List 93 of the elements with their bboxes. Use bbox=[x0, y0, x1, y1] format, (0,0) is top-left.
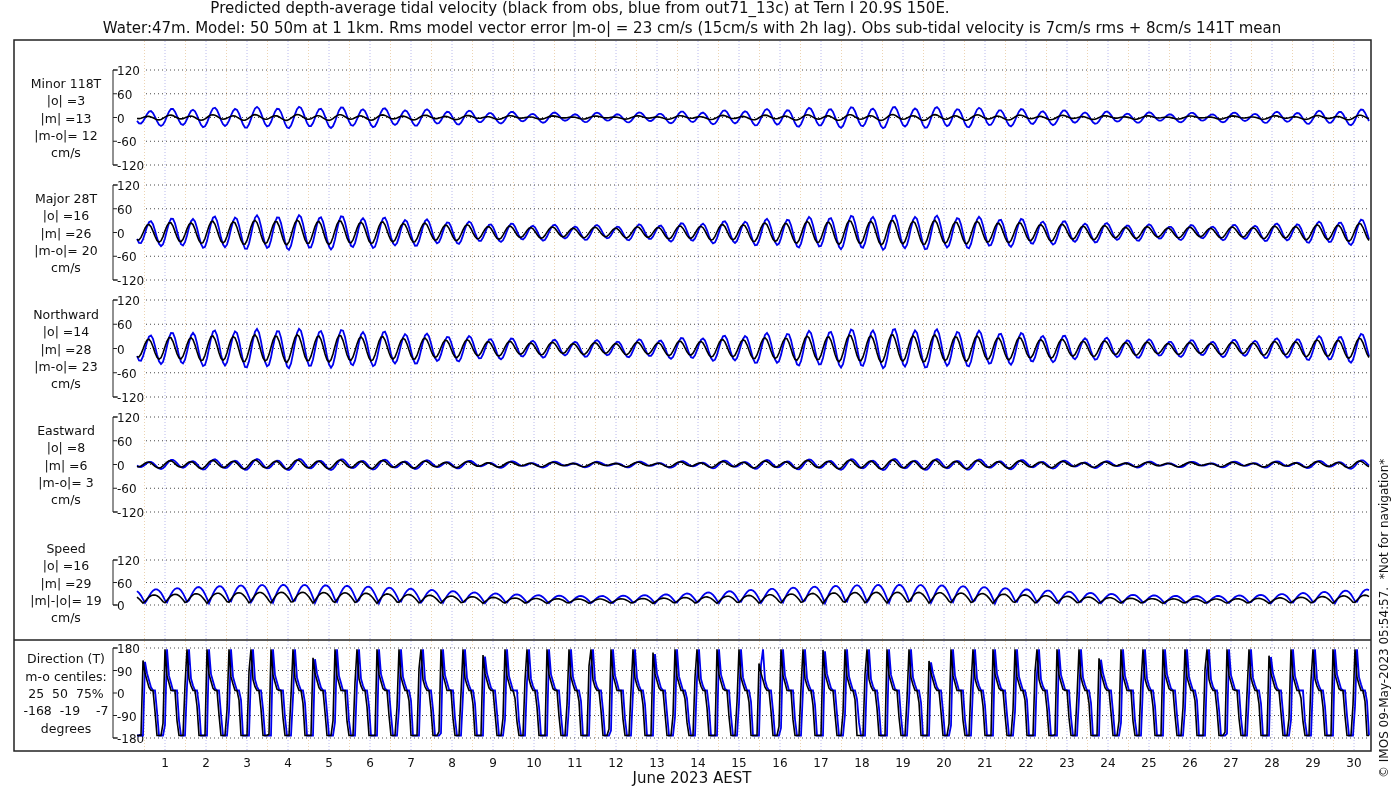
axis-tick-label: 60 bbox=[117, 434, 133, 449]
panel-label: Major 28T bbox=[34, 190, 98, 206]
day-label: 30 bbox=[1346, 756, 1362, 770]
day-label: 28 bbox=[1264, 756, 1280, 770]
axis-tick-label: 60 bbox=[117, 87, 133, 102]
day-label: 18 bbox=[854, 756, 870, 770]
axis-tick-label: 120 bbox=[117, 554, 140, 568]
day-label: 4 bbox=[284, 756, 292, 770]
plot-title: Predicted depth-average tidal velocity (black from obs, blue from out71_13c) at Tern I 20.9S 150E. bbox=[210, 0, 950, 17]
axis-tick-label: 60 bbox=[117, 576, 133, 591]
axis-tick-label: 120 bbox=[117, 179, 140, 193]
axis-tick-label: 0 bbox=[117, 226, 125, 241]
axis-tick-label: 60 bbox=[117, 202, 133, 217]
panel-label: |m|-|o|= 19 bbox=[30, 592, 102, 608]
panel-label: degrees bbox=[40, 720, 92, 736]
axis-tick-label: 0 bbox=[117, 342, 125, 357]
panel-label: |o| =16 bbox=[42, 208, 90, 224]
day-label: 11 bbox=[567, 756, 583, 770]
panel-label: |m| =28 bbox=[40, 341, 92, 357]
day-label: 2 bbox=[202, 756, 210, 770]
axis-tick-label: -120 bbox=[117, 391, 145, 405]
panel-label: |m-o|= 23 bbox=[34, 358, 98, 374]
panel-label: |m| =26 bbox=[40, 225, 92, 241]
axis-tick-label: 180 bbox=[117, 642, 140, 656]
day-label: 16 bbox=[772, 756, 788, 770]
panel-label: cm/s bbox=[51, 492, 81, 508]
axis-tick-label: -60 bbox=[117, 135, 137, 150]
axis-tick-label: 0 bbox=[117, 111, 125, 126]
day-label: 14 bbox=[690, 756, 706, 770]
axis-tick-label: 0 bbox=[117, 687, 125, 701]
axis-tick-label: 120 bbox=[117, 411, 140, 425]
day-label: 10 bbox=[526, 756, 542, 770]
panel-label: Minor 118T bbox=[30, 75, 102, 91]
day-label: 21 bbox=[977, 756, 993, 770]
panel-label: Speed bbox=[46, 540, 86, 556]
y-axis bbox=[112, 559, 119, 606]
day-label: 7 bbox=[407, 756, 415, 770]
day-label: 12 bbox=[608, 756, 624, 770]
day-label: 24 bbox=[1100, 756, 1116, 770]
day-label: 1 bbox=[161, 756, 169, 770]
panel-label: |o| =14 bbox=[42, 324, 90, 340]
panel-label: |m-o|= 3 bbox=[38, 474, 94, 490]
panel-label: -168 -19 -7 bbox=[23, 703, 109, 719]
axis-tick-label: -60 bbox=[117, 250, 137, 265]
panel-label: 25 50 75% bbox=[28, 686, 104, 701]
axis-tick-label: 0 bbox=[117, 599, 125, 613]
axis-tick-label: 120 bbox=[117, 294, 140, 308]
panel-label: Direction (T) bbox=[27, 651, 105, 667]
axis-tick-label: -180 bbox=[117, 732, 145, 746]
day-label: 29 bbox=[1305, 756, 1321, 770]
panel-label: cm/s bbox=[51, 145, 81, 161]
day-label: 23 bbox=[1059, 756, 1075, 770]
panel-label: cm/s bbox=[51, 260, 81, 276]
day-label: 6 bbox=[366, 756, 374, 770]
day-label: 22 bbox=[1018, 756, 1034, 770]
axis-tick-label: 90 bbox=[117, 664, 133, 679]
panel-label: cm/s bbox=[51, 610, 81, 626]
day-label: 17 bbox=[813, 756, 829, 770]
axis-tick-label: -60 bbox=[117, 366, 137, 381]
axis-tick-label: 0 bbox=[117, 458, 125, 473]
panel-label: |o| =3 bbox=[46, 93, 86, 109]
day-label: 26 bbox=[1182, 756, 1198, 770]
panel-label: Northward bbox=[33, 306, 99, 322]
panel-label: |o| =8 bbox=[46, 440, 86, 456]
day-label: 25 bbox=[1141, 756, 1157, 770]
day-label: 19 bbox=[895, 756, 911, 770]
axis-tick-label: -120 bbox=[117, 506, 145, 520]
day-label: 8 bbox=[448, 756, 456, 770]
plot-title: Water:47m. Model: 50 50m at 1 1km. Rms model vector error |m-o| = 23 cm/s (15cm/s with 2h lag). Obs sub-tidal velocity is 7cm/s rms + 8cm/s 141T mean bbox=[102, 19, 1282, 37]
panel-label: |m| =13 bbox=[40, 110, 92, 126]
axis-tick-label: 60 bbox=[117, 318, 133, 333]
panel-label: |m-o|= 12 bbox=[34, 127, 98, 143]
axis-tick-label: -90 bbox=[117, 709, 137, 724]
day-label: 13 bbox=[649, 756, 665, 770]
day-label: 27 bbox=[1223, 756, 1239, 770]
day-label: 9 bbox=[489, 756, 497, 770]
axis-tick-label: 120 bbox=[117, 64, 140, 78]
x-axis-label: June 2023 AEST bbox=[632, 769, 752, 787]
panel-label: |m-o|= 20 bbox=[34, 242, 98, 258]
panel-label: |m| =6 bbox=[44, 457, 88, 473]
axis-tick-label: -120 bbox=[117, 274, 145, 288]
panel-label: |o| =16 bbox=[42, 558, 90, 574]
day-label: 20 bbox=[936, 756, 952, 770]
axis-tick-label: -120 bbox=[117, 159, 145, 173]
panel-label: |m| =29 bbox=[40, 575, 92, 591]
day-label: 5 bbox=[325, 756, 333, 770]
copyright-note: © IMOS 09-May-2023 05:54:57. *Not for navigation* bbox=[1377, 458, 1391, 778]
day-label: 3 bbox=[243, 756, 251, 770]
panel-label: Eastward bbox=[37, 422, 95, 438]
panel-label: m-o centiles: bbox=[25, 668, 107, 684]
panel-label: cm/s bbox=[51, 376, 81, 392]
axis-tick-label: -60 bbox=[117, 482, 137, 497]
day-label: 15 bbox=[731, 756, 747, 770]
